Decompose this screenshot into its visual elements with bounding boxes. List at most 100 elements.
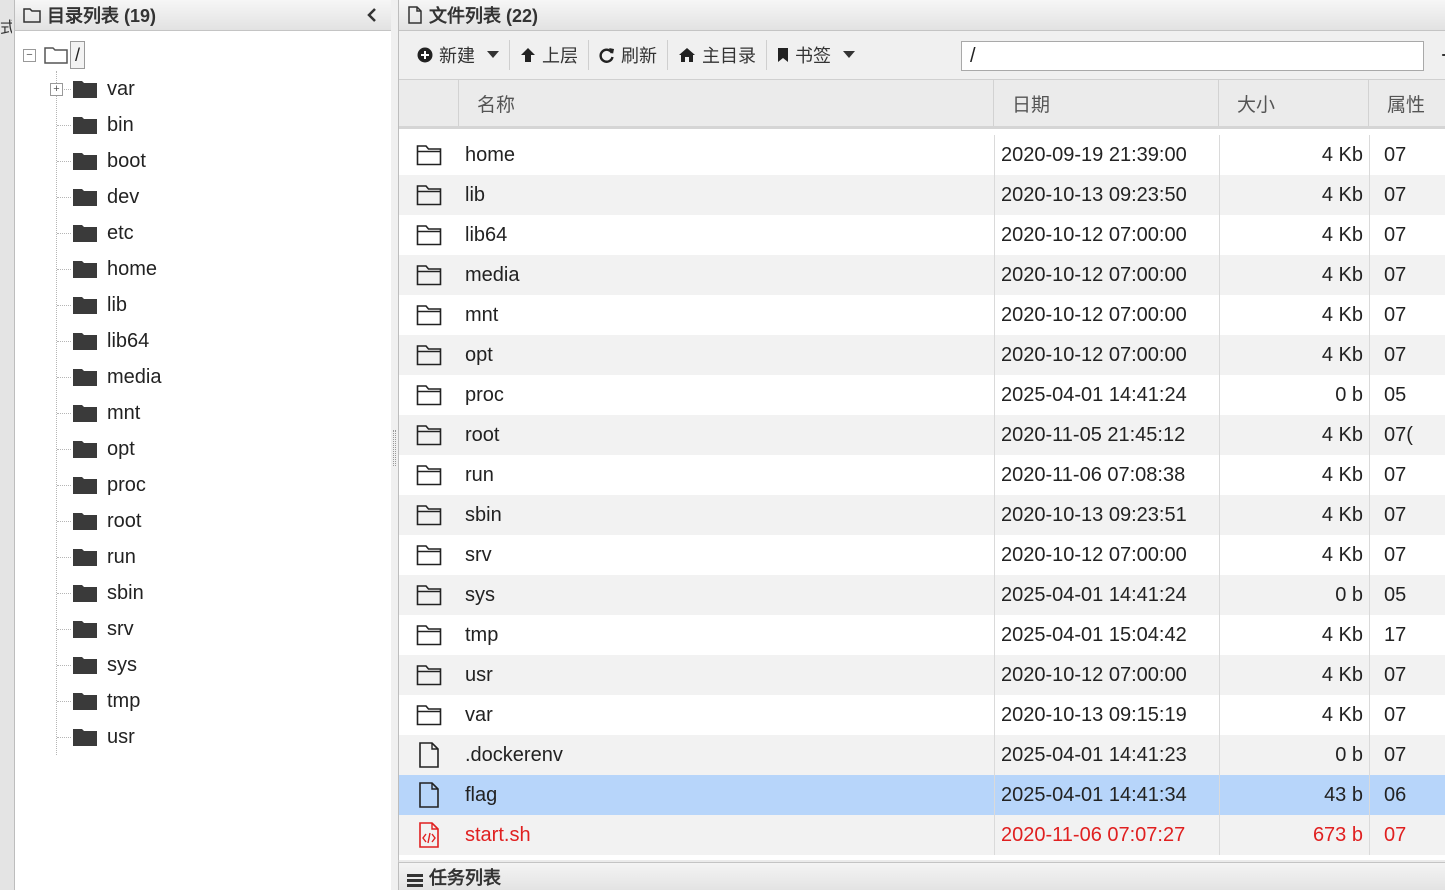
up-level-button[interactable]: 上层: [510, 38, 588, 72]
tree-item-bin[interactable]: bin: [57, 107, 391, 143]
tree-item-boot[interactable]: boot: [57, 143, 391, 179]
refresh-label: 刷新: [621, 46, 657, 66]
file-row-proc[interactable]: proc 2025-04-01 14:41:24 0 b 05: [399, 375, 1445, 415]
task-list-bar[interactable]: 任务列表: [398, 862, 1445, 890]
file-name[interactable]: start.sh: [459, 815, 994, 855]
file-row-start.sh[interactable]: start.sh 2020-11-06 07:07:27 673 b 07: [399, 815, 1445, 855]
tree-item-tmp[interactable]: tmp: [57, 683, 391, 719]
refresh-icon: [599, 47, 615, 63]
tree-item-run[interactable]: run: [57, 539, 391, 575]
expand-plus-icon[interactable]: +: [50, 83, 63, 96]
tree-item-proc[interactable]: proc: [57, 467, 391, 503]
tree-item-dev[interactable]: dev: [57, 179, 391, 215]
tree-item-lib[interactable]: lib: [57, 287, 391, 323]
file-row-sbin[interactable]: sbin 2020-10-13 09:23:51 4 Kb 07: [399, 495, 1445, 535]
home-dir-button[interactable]: 主目录: [668, 38, 766, 72]
file-name[interactable]: media: [459, 255, 994, 295]
chevron-left-icon: [367, 8, 376, 22]
folder-icon: [73, 224, 97, 242]
file-date: 2020-11-06 07:08:38: [994, 455, 1219, 495]
file-name[interactable]: usr: [459, 655, 994, 695]
tree-item-media[interactable]: media: [57, 359, 391, 395]
tree-item-etc[interactable]: etc: [57, 215, 391, 251]
tree-item-usr[interactable]: usr: [57, 719, 391, 755]
tree-item-root[interactable]: root: [57, 503, 391, 539]
column-header-size[interactable]: 大小: [1219, 80, 1369, 126]
file-name[interactable]: home: [459, 135, 994, 175]
column-header-name[interactable]: 名称: [459, 80, 994, 126]
tree-item-mnt[interactable]: mnt: [57, 395, 391, 431]
file-date: 2020-10-13 09:23:50: [994, 175, 1219, 215]
tree-item-label: lib: [107, 293, 128, 316]
file-row-home[interactable]: home 2020-09-19 21:39:00 4 Kb 07: [399, 135, 1445, 175]
arrow-right-icon[interactable]: ➜: [1441, 45, 1445, 65]
tree-item-lib64[interactable]: lib64: [57, 323, 391, 359]
caret-down-icon: [843, 51, 855, 59]
home-icon: [678, 47, 696, 63]
folder-icon: [399, 495, 459, 535]
file-row-srv[interactable]: srv 2020-10-12 07:00:00 4 Kb 07: [399, 535, 1445, 575]
tree-item-home[interactable]: home: [57, 251, 391, 287]
file-name[interactable]: lib: [459, 175, 994, 215]
file-row-media[interactable]: media 2020-10-12 07:00:00 4 Kb 07: [399, 255, 1445, 295]
file-name[interactable]: lib64: [459, 215, 994, 255]
file-name[interactable]: opt: [459, 335, 994, 375]
file-panel: 文件列表 (22) 新建 上层 刷新 主目录 书签 / 名称 日期 大小 属性 …: [398, 0, 1445, 860]
path-input[interactable]: [961, 41, 1424, 71]
folder-icon: [73, 692, 97, 710]
file-attr: 07(: [1369, 415, 1445, 455]
tree-item-var[interactable]: + var: [50, 71, 391, 107]
file-name[interactable]: sbin: [459, 495, 994, 535]
file-size: 0 b: [1219, 735, 1369, 775]
folder-icon: [399, 455, 459, 495]
file-date: 2020-11-05 21:45:12: [994, 415, 1219, 455]
refresh-button[interactable]: 刷新: [589, 38, 667, 72]
tree-item-label: boot: [107, 149, 146, 172]
tree-item-sbin[interactable]: sbin: [57, 575, 391, 611]
file-row-root[interactable]: root 2020-11-05 21:45:12 4 Kb 07(: [399, 415, 1445, 455]
file-date: 2020-10-12 07:00:00: [994, 335, 1219, 375]
file-icon: [399, 775, 459, 815]
tree-item-srv[interactable]: srv: [57, 611, 391, 647]
tree-item-label: srv: [107, 617, 134, 640]
bookmark-button[interactable]: 书签: [767, 38, 865, 72]
file-row-var[interactable]: var 2020-10-13 09:15:19 4 Kb 07: [399, 695, 1445, 735]
up-level-label: 上层: [542, 46, 578, 66]
file-row-tmp[interactable]: tmp 2025-04-01 15:04:42 4 Kb 17: [399, 615, 1445, 655]
file-size: 4 Kb: [1219, 695, 1369, 735]
file-name[interactable]: proc: [459, 375, 994, 415]
tree-item-sys[interactable]: sys: [57, 647, 391, 683]
file-row-flag[interactable]: flag 2025-04-01 14:41:34 43 b 06: [399, 775, 1445, 815]
folder-icon: [73, 512, 97, 530]
file-row-usr[interactable]: usr 2020-10-12 07:00:00 4 Kb 07: [399, 655, 1445, 695]
file-name[interactable]: tmp: [459, 615, 994, 655]
file-name[interactable]: run: [459, 455, 994, 495]
file-row-lib[interactable]: lib 2020-10-13 09:23:50 4 Kb 07: [399, 175, 1445, 215]
new-button[interactable]: 新建: [407, 38, 509, 72]
column-header-date[interactable]: 日期: [994, 80, 1219, 126]
file-date: 2025-04-01 15:04:42: [994, 615, 1219, 655]
file-name[interactable]: flag: [459, 775, 994, 815]
file-row-mnt[interactable]: mnt 2020-10-12 07:00:00 4 Kb 07: [399, 295, 1445, 335]
file-name[interactable]: srv: [459, 535, 994, 575]
file-size: 4 Kb: [1219, 415, 1369, 455]
file-name[interactable]: root: [459, 415, 994, 455]
folder-icon: [399, 295, 459, 335]
file-row-lib64[interactable]: lib64 2020-10-12 07:00:00 4 Kb 07: [399, 215, 1445, 255]
file-name[interactable]: var: [459, 695, 994, 735]
column-header-attr[interactable]: 属性: [1369, 80, 1445, 126]
tree-item-opt[interactable]: opt: [57, 431, 391, 467]
file-row-run[interactable]: run 2020-11-06 07:08:38 4 Kb 07: [399, 455, 1445, 495]
collapse-panel-button[interactable]: [363, 6, 381, 24]
splitter-grip-icon[interactable]: [393, 430, 396, 466]
folder-icon: [399, 695, 459, 735]
tree-root-label[interactable]: /: [70, 41, 86, 69]
file-row-sys[interactable]: sys 2025-04-01 14:41:24 0 b 05: [399, 575, 1445, 615]
collapse-toggle-icon[interactable]: −: [23, 48, 36, 62]
file-date: 2020-10-12 07:00:00: [994, 655, 1219, 695]
file-row-opt[interactable]: opt 2020-10-12 07:00:00 4 Kb 07: [399, 335, 1445, 375]
file-name[interactable]: mnt: [459, 295, 994, 335]
file-name[interactable]: sys: [459, 575, 994, 615]
file-row-dot-dockerenv[interactable]: .dockerenv 2025-04-01 14:41:23 0 b 07: [399, 735, 1445, 775]
file-name[interactable]: .dockerenv: [459, 735, 994, 775]
